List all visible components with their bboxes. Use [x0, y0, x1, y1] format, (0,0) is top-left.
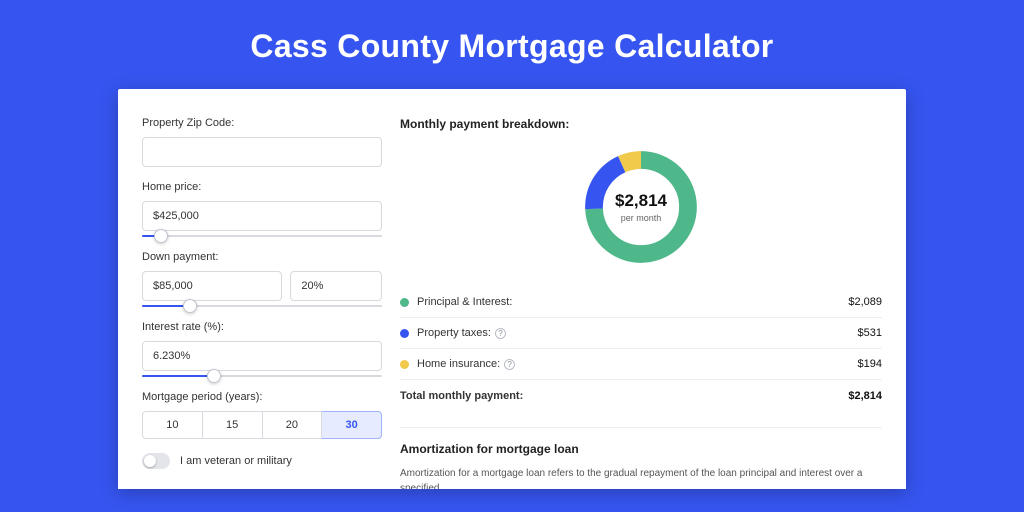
breakdown-column: Monthly payment breakdown: $2,814 per mo…: [400, 117, 882, 489]
mortgage-period-group: 10152030: [142, 411, 382, 439]
donut-center-sub: per month: [621, 213, 662, 223]
page-title: Cass County Mortgage Calculator: [0, 0, 1024, 89]
down-payment-amount-input[interactable]: [142, 271, 282, 301]
calculator-card: Property Zip Code: Home price: Down paym…: [118, 89, 906, 489]
amortization-section: Amortization for mortgage loan Amortizat…: [400, 427, 882, 489]
legend-label: Property taxes:?: [417, 327, 858, 339]
down-payment-label: Down payment:: [142, 251, 382, 263]
legend-dot: [400, 298, 409, 307]
donut-center-value: $2,814: [615, 191, 667, 211]
veteran-toggle[interactable]: [142, 453, 170, 469]
home-price-input[interactable]: [142, 201, 382, 231]
donut-chart-wrap: $2,814 per month: [400, 145, 882, 269]
legend-row: Principal & Interest:$2,089: [400, 287, 882, 318]
inputs-column: Property Zip Code: Home price: Down paym…: [142, 117, 382, 489]
legend-total-row: Total monthly payment: $2,814: [400, 380, 882, 411]
veteran-label: I am veteran or military: [180, 455, 292, 467]
legend-total-amount: $2,814: [848, 390, 882, 402]
zip-label: Property Zip Code:: [142, 117, 382, 129]
zip-input[interactable]: [142, 137, 382, 167]
slider-thumb[interactable]: [183, 299, 197, 313]
interest-rate-field: Interest rate (%):: [142, 321, 382, 377]
legend-amount: $2,089: [848, 296, 882, 308]
slider-fill: [142, 375, 214, 377]
info-icon[interactable]: ?: [495, 328, 506, 339]
down-payment-field: Down payment:: [142, 251, 382, 307]
breakdown-heading: Monthly payment breakdown:: [400, 117, 882, 131]
down-payment-pct-input[interactable]: [290, 271, 382, 301]
period-btn-20[interactable]: 20: [263, 411, 323, 439]
mortgage-period-label: Mortgage period (years):: [142, 391, 382, 403]
legend-label: Home insurance:?: [417, 358, 858, 370]
legend-amount: $531: [858, 327, 882, 339]
legend-label: Principal & Interest:: [417, 296, 848, 308]
interest-rate-slider[interactable]: [142, 375, 382, 377]
info-icon[interactable]: ?: [504, 359, 515, 370]
slider-thumb[interactable]: [207, 369, 221, 383]
period-btn-10[interactable]: 10: [142, 411, 203, 439]
donut-chart: $2,814 per month: [579, 145, 703, 269]
legend: Principal & Interest:$2,089Property taxe…: [400, 287, 882, 380]
amortization-text: Amortization for a mortgage loan refers …: [400, 466, 882, 489]
period-btn-15[interactable]: 15: [203, 411, 263, 439]
veteran-row: I am veteran or military: [142, 453, 382, 469]
home-price-label: Home price:: [142, 181, 382, 193]
legend-row: Home insurance:?$194: [400, 349, 882, 380]
home-price-field: Home price:: [142, 181, 382, 237]
home-price-slider[interactable]: [142, 235, 382, 237]
down-payment-slider[interactable]: [142, 305, 382, 307]
zip-field: Property Zip Code:: [142, 117, 382, 167]
legend-row: Property taxes:?$531: [400, 318, 882, 349]
mortgage-period-field: Mortgage period (years): 10152030: [142, 391, 382, 439]
legend-dot: [400, 360, 409, 369]
legend-amount: $194: [858, 358, 882, 370]
interest-rate-input[interactable]: [142, 341, 382, 371]
legend-dot: [400, 329, 409, 338]
interest-rate-label: Interest rate (%):: [142, 321, 382, 333]
period-btn-30[interactable]: 30: [322, 411, 382, 439]
legend-total-label: Total monthly payment:: [400, 390, 848, 402]
amortization-title: Amortization for mortgage loan: [400, 442, 882, 456]
slider-thumb[interactable]: [154, 229, 168, 243]
